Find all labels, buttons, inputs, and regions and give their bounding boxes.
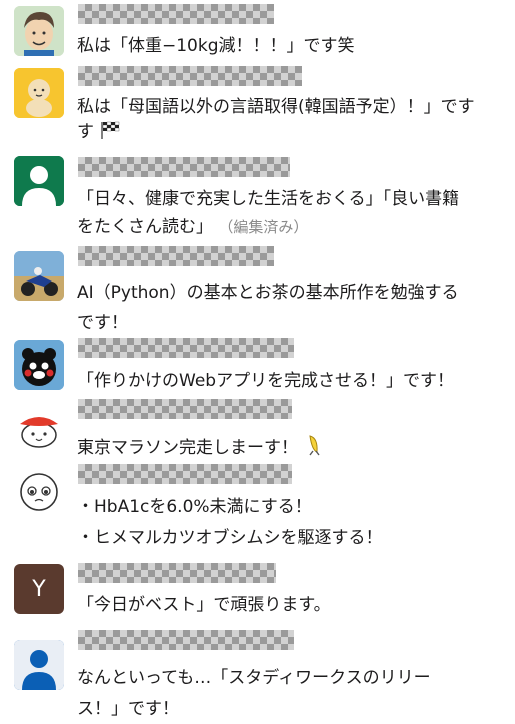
- avatar-letter: Y: [32, 576, 46, 602]
- checkered-flag-icon: [99, 120, 121, 147]
- default-user-avatar[interactable]: [14, 156, 64, 206]
- letter-avatar[interactable]: Y: [14, 564, 64, 614]
- message-text-continued: す: [77, 120, 121, 147]
- pleading-face-avatar[interactable]: [14, 467, 64, 517]
- sender-name-blurred[interactable]: [78, 157, 290, 177]
- sender-name-blurred[interactable]: [78, 338, 294, 358]
- message-text: 「日々、健康で充実した生活をおくる」「良い書籍: [77, 189, 460, 209]
- motorcycle-photo-avatar[interactable]: [14, 251, 64, 301]
- sender-name-blurred[interactable]: [78, 66, 302, 86]
- message-text: ・ヒメマルカツオブシムシを駆逐する！: [77, 528, 383, 548]
- message-text: なんといっても…「スタディワークスのリリー: [77, 668, 431, 688]
- default-user-avatar[interactable]: [14, 640, 64, 690]
- message-text-row: 東京マラソン完走しまーす！: [77, 432, 325, 463]
- message-text: ・HbA1cを6.0%未満にする！: [77, 497, 312, 517]
- message-text: ス！」です！: [77, 699, 179, 719]
- sender-name-blurred[interactable]: [78, 4, 274, 24]
- sender-name-blurred[interactable]: [78, 563, 276, 583]
- message-text: 東京マラソン完走しまーす！: [77, 438, 298, 458]
- baby-emoji-avatar[interactable]: [14, 68, 64, 118]
- sender-name-blurred[interactable]: [78, 399, 292, 419]
- kumamon-avatar[interactable]: [14, 340, 64, 390]
- message-text: 「作りかけのWebアプリを完成させる！」です！: [77, 371, 455, 391]
- message-text: AI（Python）の基本とお茶の基本所作を勉強する: [77, 283, 459, 303]
- man-cartoon-avatar[interactable]: [14, 6, 64, 56]
- message-text: をたくさん読む」: [77, 217, 213, 237]
- message-text: です！: [77, 313, 128, 333]
- message-text: 私は「母国語以外の言語取得(韓国語予定）！」です: [77, 97, 475, 117]
- sender-name-blurred[interactable]: [78, 630, 294, 650]
- message-text-continued: をたくさん読む」 （編集済み）: [77, 215, 308, 239]
- edited-label: （編集済み）: [218, 218, 309, 236]
- sushi-character-avatar[interactable]: [14, 402, 64, 452]
- running-banana-icon: [303, 432, 325, 463]
- message-text: 私は「体重−10kg減！！！」です笑: [77, 36, 355, 56]
- sender-name-blurred[interactable]: [78, 464, 292, 484]
- sender-name-blurred[interactable]: [78, 246, 274, 266]
- message-text: す: [77, 122, 94, 142]
- message-text: 「今日がベスト」で頑張ります。: [77, 595, 331, 615]
